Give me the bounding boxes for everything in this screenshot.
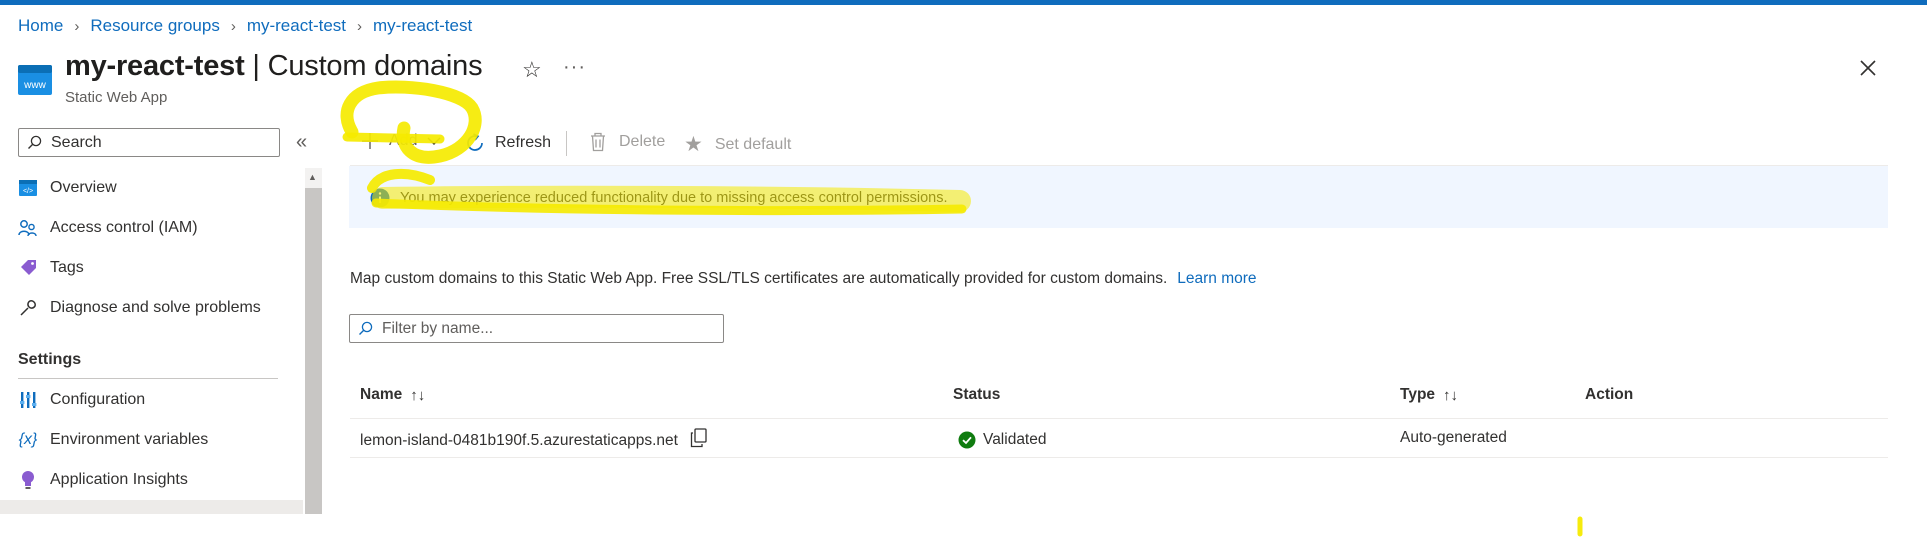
svg-text:www: www — [23, 80, 46, 91]
sidebar-item-label: Diagnose and solve problems — [50, 299, 261, 316]
sidebar-item-tags[interactable]: Tags — [18, 258, 84, 278]
svg-text:</>: </> — [23, 188, 33, 195]
sidebar-item-label: Tags — [50, 259, 84, 276]
sidebar-item-label: Overview — [50, 179, 117, 196]
sidebar-item-application-insights[interactable]: Application Insights — [18, 470, 188, 490]
sidebar-item-access-control[interactable]: Access control (IAM) — [18, 218, 198, 238]
variable-icon: {x} — [18, 431, 38, 448]
column-header-name[interactable]: Name ↑↓ — [360, 386, 425, 404]
info-banner-text: You may experience reduced functionality… — [400, 190, 948, 206]
table-header-divider — [350, 418, 1888, 419]
page-title-section: Custom domains — [267, 50, 483, 82]
table-row-divider — [350, 457, 1888, 458]
sidebar-item-selected[interactable] — [0, 500, 303, 514]
refresh-label: Refresh — [495, 134, 552, 151]
top-accent-bar — [0, 0, 1927, 5]
sidebar-item-overview[interactable]: </> Overview — [18, 178, 117, 198]
sidebar-search-box[interactable] — [18, 128, 280, 157]
lightbulb-icon — [18, 470, 38, 490]
delete-label: Delete — [619, 133, 666, 150]
column-header-status: Status — [953, 386, 1000, 404]
delete-button[interactable]: Delete — [589, 132, 665, 152]
collapse-sidebar-icon[interactable]: « — [296, 131, 307, 154]
set-default-button[interactable]: ★ Set default — [684, 132, 791, 157]
search-icon — [359, 321, 373, 335]
chevron-right-icon: › — [74, 17, 80, 35]
toolbar-divider — [566, 131, 567, 156]
static-web-app-icon: www — [18, 65, 52, 95]
sidebar-item-configuration[interactable]: Configuration — [18, 390, 145, 410]
trash-icon — [591, 132, 605, 152]
breadcrumb-static-web-app[interactable]: my-react-test — [373, 16, 472, 36]
scroll-up-arrow-icon[interactable]: ▲ — [308, 172, 317, 182]
table-cell-type: Auto-generated — [1400, 429, 1507, 446]
chevron-right-icon: › — [230, 17, 236, 35]
page-subtitle: Static Web App — [65, 89, 168, 106]
breadcrumb-home[interactable]: Home — [18, 16, 63, 36]
window-edge — [1915, 5, 1927, 538]
sidebar-search-input[interactable] — [49, 132, 273, 153]
filter-input[interactable] — [380, 318, 714, 339]
wrench-icon — [18, 298, 38, 318]
column-header-label: Action — [1585, 386, 1634, 403]
search-icon — [28, 135, 42, 149]
table-cell-status: Validated — [958, 431, 1046, 449]
sidebar-section-settings: Settings — [18, 351, 82, 368]
check-circle-icon — [958, 431, 976, 449]
sidebar-item-diagnose[interactable]: Diagnose and solve problems — [18, 298, 261, 318]
breadcrumb-resource-groups[interactable]: Resource groups — [90, 16, 219, 36]
page-title: my-react-test | Custom domains — [65, 50, 483, 83]
chevron-right-icon: › — [357, 17, 363, 35]
column-header-label: Type — [1400, 386, 1436, 403]
table-cell-name: lemon-island-0481b190f.5.azurestaticapps… — [360, 428, 708, 451]
refresh-button[interactable]: Refresh — [464, 132, 551, 154]
filter-box[interactable] — [349, 314, 724, 343]
description-text: Map custom domains to this Static Web Ap… — [350, 270, 1168, 287]
learn-more-link[interactable]: Learn more — [1177, 270, 1256, 287]
overview-icon: </> — [18, 178, 38, 198]
configuration-icon — [18, 390, 38, 410]
tag-icon — [18, 258, 38, 278]
domain-name: lemon-island-0481b190f.5.azurestaticapps… — [360, 432, 678, 449]
sidebar-item-label: Access control (IAM) — [50, 219, 198, 236]
breadcrumb-resource-group[interactable]: my-react-test — [247, 16, 346, 36]
star-icon: ★ — [684, 133, 703, 156]
people-icon — [18, 218, 38, 238]
column-header-label: Status — [953, 386, 1001, 403]
more-options-icon[interactable]: ··· — [563, 56, 586, 79]
chevron-down-icon — [427, 137, 441, 145]
column-header-type[interactable]: Type ↑↓ — [1400, 386, 1458, 404]
page-title-resource: my-react-test — [65, 50, 245, 82]
copy-icon[interactable] — [690, 428, 708, 448]
description: Map custom domains to this Static Web Ap… — [350, 270, 1257, 288]
refresh-icon — [467, 133, 483, 151]
sort-icon[interactable]: ↑↓ — [1443, 387, 1458, 404]
sidebar-scrollbar-thumb[interactable] — [305, 188, 322, 514]
plus-icon — [362, 133, 378, 149]
status-text: Validated — [983, 431, 1047, 448]
favorite-star-icon[interactable]: ☆ — [522, 57, 542, 83]
add-button[interactable]: Add — [361, 132, 441, 150]
sidebar-item-label: Environment variables — [50, 431, 209, 448]
add-label: Add — [389, 132, 418, 149]
close-icon[interactable] — [1856, 56, 1880, 80]
sidebar-divider — [18, 378, 278, 379]
column-header-label: Name — [360, 386, 403, 403]
set-default-label: Set default — [714, 135, 792, 153]
page-title-separator: | — [244, 50, 268, 82]
sort-ascending-icon[interactable]: ↑↓ — [410, 387, 425, 404]
sidebar-item-label: Configuration — [50, 391, 146, 408]
sidebar-item-environment-variables[interactable]: {x} Environment variables — [18, 430, 209, 450]
info-icon — [370, 188, 390, 208]
breadcrumb: Home › Resource groups › my-react-test ›… — [18, 16, 472, 36]
sidebar-item-label: Application Insights — [50, 471, 188, 488]
column-header-action: Action — [1585, 386, 1633, 404]
